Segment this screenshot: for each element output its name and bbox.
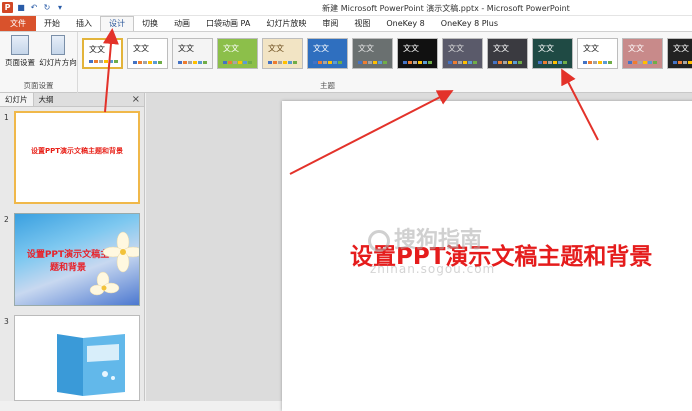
tab-onekey8-plus[interactable]: OneKey 8 Plus [433,16,506,31]
slide-number: 1 [4,113,9,122]
theme-color-swatches [583,61,612,64]
theme-label: 文文 [538,44,554,53]
page-setup-group-label: 页面设置 [23,81,54,90]
theme-color-swatches [133,61,162,64]
theme-item[interactable]: 文文 [442,38,483,69]
slide-orientation-button[interactable]: 幻灯片方向 [38,35,78,68]
slide-thumbnail-1[interactable]: 设置PPT演示文稿主题和背景 [14,111,140,204]
tab-slideshow[interactable]: 幻灯片放映 [258,16,314,31]
theme-label: 文文 [358,44,374,53]
theme-label: 文文 [583,44,599,53]
theme-label: 文文 [133,44,149,53]
theme-item[interactable]: 文文 [622,38,663,69]
theme-color-swatches [538,61,567,64]
theme-label: 文文 [268,44,284,53]
slide-thumbnail-2[interactable]: 设置PPT演示文稿主 题和背景 [14,213,140,306]
theme-item[interactable]: 文文 [397,38,438,69]
sogou-logo-icon [368,230,390,252]
theme-item[interactable]: 文文 [307,38,348,69]
theme-item[interactable]: 文文 [667,38,692,69]
themes-group-label: 主题 [320,81,335,90]
ribbon: 页面设置 幻灯片方向 页面设置 文文 文文 文文 文文 文文 文文 文文 文文 文文 文文 文文 文文… [0,31,692,93]
tab-onekey8[interactable]: OneKey 8 [378,16,432,31]
theme-label: 文文 [178,44,194,53]
theme-label: 文文 [89,45,105,54]
slide-number: 3 [4,317,9,326]
slide-orientation-label: 幻灯片方向 [39,58,77,67]
tab-design[interactable]: 设计 [100,16,134,31]
watermark-url: zhinan.sogou.com [370,262,496,276]
theme-color-swatches [448,61,477,64]
theme-label: 文文 [493,44,509,53]
theme-label: 文文 [403,44,419,53]
page-setup-icon [11,35,29,55]
theme-color-swatches [493,61,522,64]
theme-item[interactable]: 文文 [127,38,168,69]
ribbon-tabs: 文件 开始 插入 设计 切换 动画 口袋动画 PA 幻灯片放映 审阅 视图 On… [0,16,692,31]
theme-item[interactable]: 文文 [217,38,258,69]
theme-gallery: 文文 文文 文文 文文 文文 文文 文文 文文 文文 文文 文文 文文 文文 文文 [82,38,692,69]
theme-color-swatches [178,61,207,64]
theme-item[interactable]: 文文 [82,38,123,69]
flower-decoration [89,231,139,296]
page-setup-group: 页面设置 幻灯片方向 页面设置 [0,32,78,93]
theme-label: 文文 [448,44,464,53]
page-setup-button[interactable]: 页面设置 [2,35,38,68]
tab-pocket-animation[interactable]: 口袋动画 PA [198,16,258,31]
tab-slides[interactable]: 幻灯片 [0,93,34,106]
theme-color-swatches [313,61,342,64]
theme-item[interactable]: 文文 [577,38,618,69]
theme-label: 文文 [673,44,689,53]
tab-outline[interactable]: 大纲 [34,93,59,106]
theme-label: 文文 [313,44,329,53]
tab-insert[interactable]: 插入 [68,16,100,31]
blue-pages-graphic [57,334,125,396]
slide-thumbnail-title: 设置PPT演示文稿主题和背景 [30,147,124,155]
theme-color-swatches [268,61,297,64]
tab-view[interactable]: 视图 [346,16,378,31]
tab-review[interactable]: 审阅 [314,16,346,31]
theme-color-swatches [673,61,692,64]
theme-item[interactable]: 文文 [352,38,393,69]
slide-thumbnail-3[interactable] [14,315,140,401]
theme-color-swatches [403,61,432,64]
close-icon[interactable]: × [132,94,140,106]
theme-color-swatches [223,61,252,64]
themes-group: 文文 文文 文文 文文 文文 文文 文文 文文 文文 文文 文文 文文 文文 文文 主题 [80,32,692,93]
slide-orientation-icon [51,35,65,55]
slide-number: 2 [4,215,9,224]
tab-file[interactable]: 文件 [0,16,36,31]
theme-item[interactable]: 文文 [487,38,528,69]
theme-item[interactable]: 文文 [532,38,573,69]
theme-color-swatches [358,61,387,64]
window-title: 新建 Microsoft PowerPoint 演示文稿.pptx - Micr… [322,4,570,13]
theme-item[interactable]: 文文 [262,38,303,69]
title-bar: P ■ ↶ ↻ ▾ 新建 Microsoft PowerPoint 演示文稿.p… [0,0,692,16]
theme-item[interactable]: 文文 [172,38,213,69]
theme-label: 文文 [223,44,239,53]
theme-color-swatches [628,61,657,64]
current-slide[interactable]: 设置PPT演示文稿主题和背景 [282,101,692,411]
theme-label: 文文 [628,44,644,53]
theme-color-swatches [89,60,118,63]
tab-home[interactable]: 开始 [36,16,68,31]
watermark-logo: 搜狗指南 [368,222,482,254]
tab-animations[interactable]: 动画 [166,16,198,31]
panel-tabs: 幻灯片 大纲 × [0,93,144,107]
tab-transitions[interactable]: 切换 [134,16,166,31]
page-setup-label: 页面设置 [5,58,35,67]
